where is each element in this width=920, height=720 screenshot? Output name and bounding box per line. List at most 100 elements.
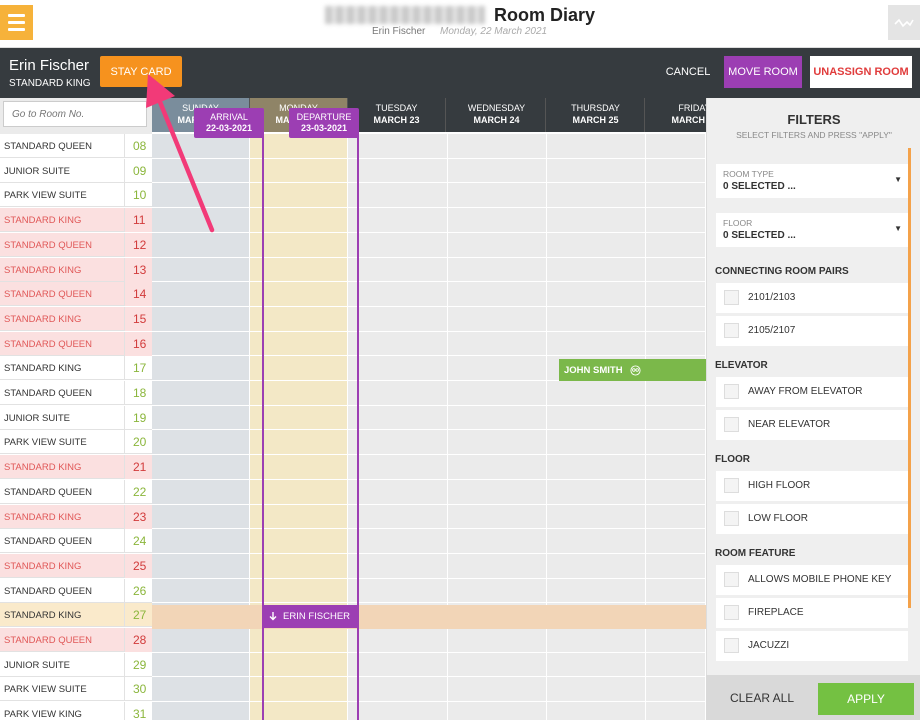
option-label: HIGH FLOOR <box>748 480 811 491</box>
room-search-input[interactable] <box>3 101 147 127</box>
room-type: STANDARD QUEEN <box>4 486 92 498</box>
booking-guest-name: ERIN FISCHER <box>283 611 351 622</box>
room-row-21[interactable]: STANDARD KING 21 <box>0 455 152 480</box>
room-number: 11 <box>124 208 152 233</box>
room-row-16[interactable]: STANDARD QUEEN 16 <box>0 331 152 356</box>
grid-column-monday <box>250 134 348 720</box>
filters-scrollbar[interactable] <box>908 148 911 608</box>
room-number: 29 <box>124 652 152 677</box>
room-row-29[interactable]: JUNIOR SUITE 29 <box>0 652 152 677</box>
room-row-13[interactable]: STANDARD KING 13 <box>0 257 152 282</box>
room-number: 18 <box>124 381 152 405</box>
departure-line <box>357 134 359 720</box>
room-row-30[interactable]: PARK VIEW SUITE 30 <box>0 677 152 702</box>
arrow-down-icon <box>269 612 277 621</box>
filter-option-low-floor[interactable]: LOW FLOOR <box>716 504 908 534</box>
room-number: 10 <box>124 183 152 208</box>
room-row-24[interactable]: STANDARD QUEEN 24 <box>0 529 152 554</box>
filters-subtitle: SELECT FILTERS AND PRESS "APPLY" <box>736 130 892 140</box>
room-number: 20 <box>124 430 152 455</box>
option-label: JACUZZI <box>748 640 790 651</box>
room-row-20[interactable]: PARK VIEW SUITE 20 <box>0 430 152 455</box>
caret-down-icon: ▼ <box>894 175 902 184</box>
floor-dropdown[interactable]: FLOOR 0 SELECTED ... ▼ <box>716 213 908 247</box>
checkbox[interactable] <box>724 605 739 620</box>
room-number: 14 <box>124 282 152 307</box>
checkbox[interactable] <box>724 290 739 305</box>
analytics-button[interactable] <box>888 5 920 40</box>
apply-button[interactable]: APPLY <box>818 683 914 715</box>
grid-column-tuesday <box>348 134 448 720</box>
clear-all-button[interactable]: CLEAR ALL <box>714 683 810 713</box>
trend-line-icon <box>894 18 914 27</box>
room-type-label: ROOM TYPE <box>723 169 774 179</box>
hamburger-menu-button[interactable] <box>0 5 33 40</box>
room-row-19[interactable]: JUNIOR SUITE 19 <box>0 405 152 430</box>
room-row-27[interactable]: STANDARD KING 27 <box>0 603 152 628</box>
checkbox[interactable] <box>724 384 739 399</box>
checkbox[interactable] <box>724 511 739 526</box>
checkbox[interactable] <box>724 417 739 432</box>
filter-option-high-floor[interactable]: HIGH FLOOR <box>716 471 908 501</box>
cancel-button[interactable]: CANCEL <box>658 56 718 87</box>
unassign-room-button[interactable]: UNASSIGN ROOM <box>810 56 912 88</box>
grid-row-line <box>152 676 706 678</box>
room-number: 15 <box>124 306 152 331</box>
option-label: AWAY FROM ELEVATOR <box>748 386 863 397</box>
grid-row-line <box>152 157 706 159</box>
room-type: STANDARD QUEEN <box>4 141 92 152</box>
checkbox[interactable] <box>724 478 739 493</box>
option-label: 2101/2103 <box>748 292 796 303</box>
room-row-08[interactable]: STANDARD QUEEN 08 <box>0 134 152 158</box>
stay-card-button[interactable]: STAY CARD <box>100 56 182 87</box>
checkbox[interactable] <box>724 638 739 653</box>
room-row-15[interactable]: STANDARD KING 15 <box>0 306 152 331</box>
room-row-26[interactable]: STANDARD QUEEN 26 <box>0 578 152 603</box>
room-type-value: 0 SELECTED ... <box>723 181 796 192</box>
room-row-11[interactable]: STANDARD KING 11 <box>0 208 152 233</box>
grid-row-line <box>152 305 706 307</box>
filter-option-2105-2107[interactable]: 2105/2107 <box>716 316 908 346</box>
day-column-wednesday: WEDNESDAY MARCH 24 <box>448 98 546 132</box>
room-row-23[interactable]: STANDARD KING 23 <box>0 504 152 529</box>
move-room-button[interactable]: MOVE ROOM <box>724 56 802 88</box>
room-number: 16 <box>124 331 152 356</box>
grid-row-line <box>152 552 706 554</box>
room-row-28[interactable]: STANDARD QUEEN 28 <box>0 628 152 652</box>
room-row-22[interactable]: STANDARD QUEEN 22 <box>0 479 152 504</box>
option-label: FIREPLACE <box>748 607 804 618</box>
room-row-10[interactable]: PARK VIEW SUITE 10 <box>0 183 152 208</box>
room-type: STANDARD KING <box>4 511 82 523</box>
room-type: JUNIOR SUITE <box>4 165 70 177</box>
grid-row-line <box>152 429 706 431</box>
room-number: 23 <box>124 504 152 529</box>
room-number: 30 <box>124 677 152 702</box>
grid-column-sunday <box>152 134 250 720</box>
room-row-25[interactable]: STANDARD KING 25 <box>0 553 152 578</box>
room-row-31[interactable]: PARK VIEW KING 31 <box>0 702 152 720</box>
filter-section-connecting-room-pairs: CONNECTING ROOM PAIRS <box>715 266 849 277</box>
booking-erin-fischer[interactable]: ERIN FISCHER <box>263 605 358 628</box>
room-row-14[interactable]: STANDARD QUEEN 14 <box>0 282 152 307</box>
checkbox[interactable] <box>724 323 739 338</box>
filter-option-fireplace[interactable]: FIREPLACE <box>716 598 908 628</box>
room-type-dropdown[interactable]: ROOM TYPE 0 SELECTED ... ▼ <box>716 164 908 198</box>
day-column-tuesday: TUESDAY MARCH 23 <box>348 98 446 132</box>
grid-row-line <box>152 182 706 184</box>
day-column-thursday: THURSDAY MARCH 25 <box>547 98 645 132</box>
day-column-friday: FRIDAYMARCH 26 <box>646 98 706 132</box>
room-row-09[interactable]: JUNIOR SUITE 09 <box>0 158 152 183</box>
filter-option-2101-2103[interactable]: 2101/2103 <box>716 283 908 313</box>
room-type: STANDARD QUEEN <box>4 635 92 646</box>
booking-john-smith[interactable]: JOHN SMITH <box>559 359 706 381</box>
checkbox[interactable] <box>724 572 739 587</box>
room-row-18[interactable]: STANDARD QUEEN 18 <box>0 381 152 405</box>
room-row-17[interactable]: STANDARD KING 17 <box>0 356 152 381</box>
filter-option-jacuzzi[interactable]: JACUZZI <box>716 631 908 661</box>
departure-tag: DEPARTURE 23-03-2021 <box>289 108 359 138</box>
room-row-12[interactable]: STANDARD QUEEN 12 <box>0 232 152 257</box>
filter-option-allows-mobile-phone-key[interactable]: ALLOWS MOBILE PHONE KEY <box>716 565 908 595</box>
filter-option-near-elevator[interactable]: NEAR ELEVATOR <box>716 410 908 440</box>
room-type: STANDARD KING <box>4 264 82 276</box>
filter-option-away-from-elevator[interactable]: AWAY FROM ELEVATOR <box>716 377 908 407</box>
